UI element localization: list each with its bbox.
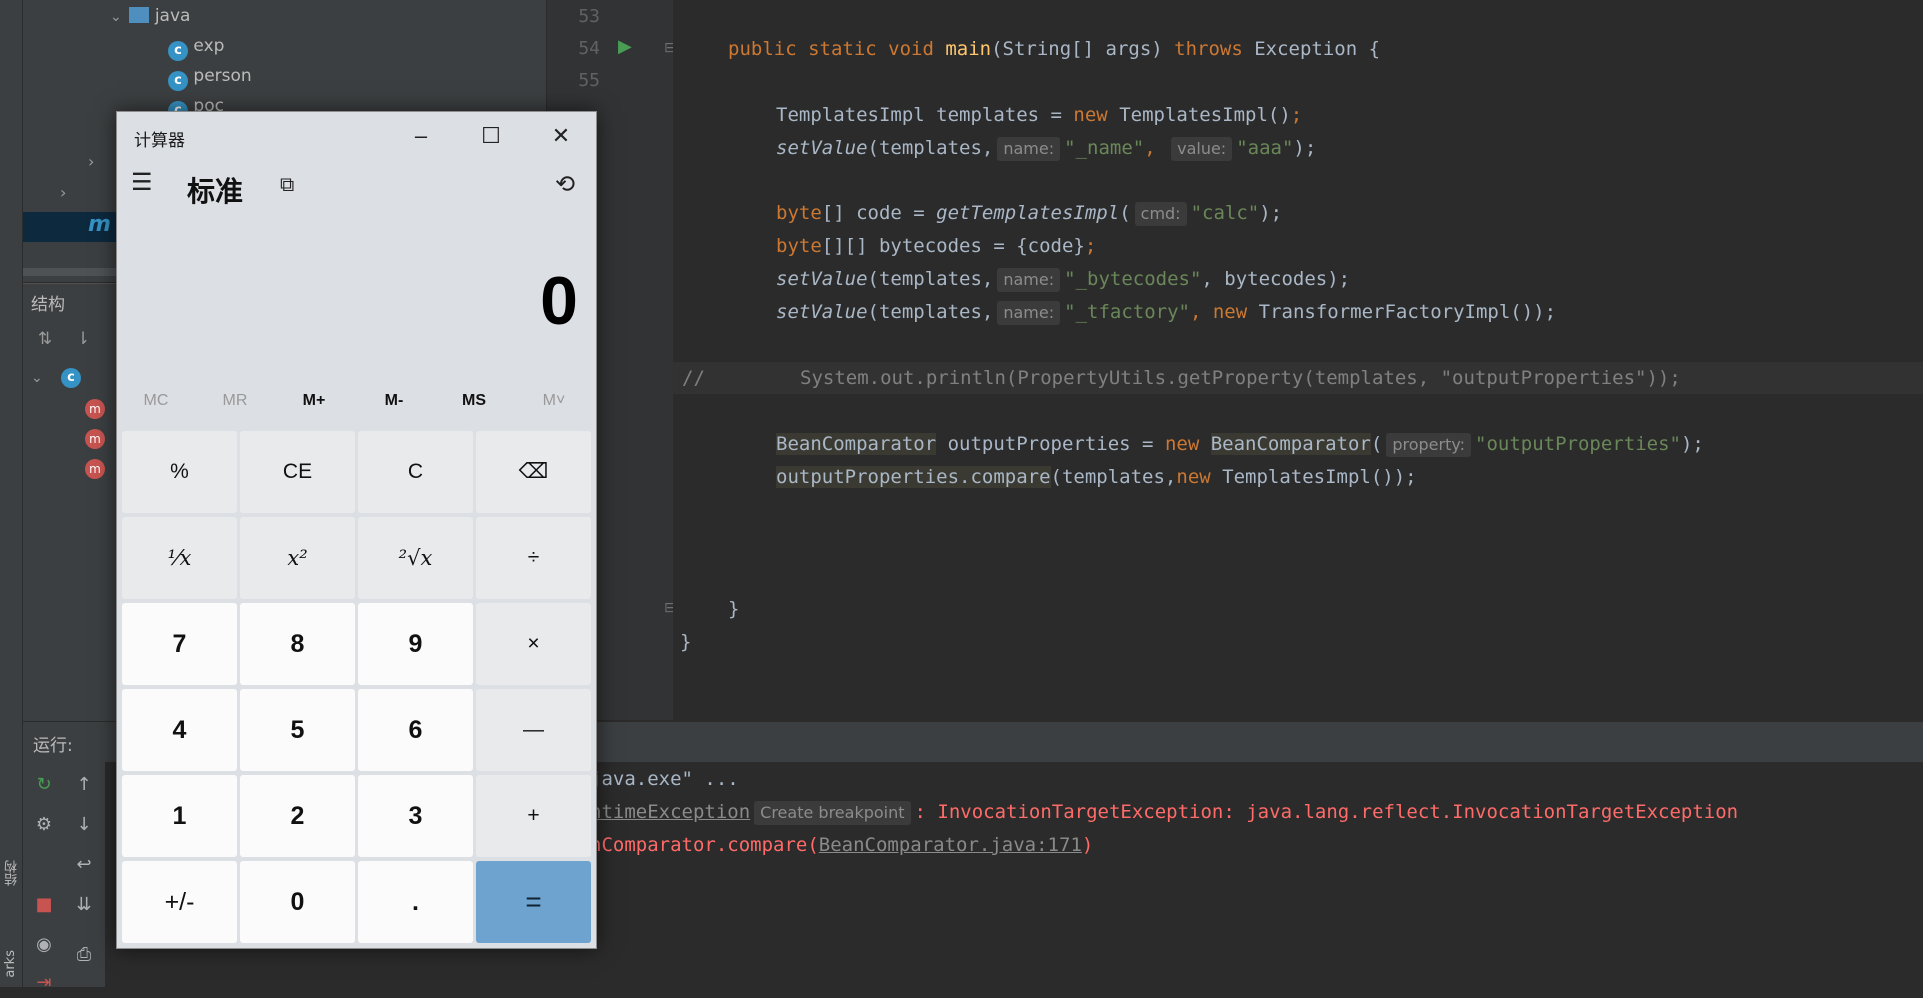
digit-1-button[interactable]: 1 [122, 775, 237, 857]
memory-add-button[interactable]: M+ [275, 392, 353, 410]
exit-icon[interactable]: ⇥ [29, 968, 59, 998]
code-line-setvalue-bytecodes: setValue(templates, name: "_bytecodes", by… [776, 268, 1351, 292]
decimal-button[interactable]: . [358, 861, 473, 943]
chevron-right-icon[interactable]: › [60, 183, 66, 202]
chevron-down-icon: ⌄ [110, 9, 122, 25]
digit-4-button[interactable]: 4 [122, 689, 237, 771]
up-arrow-icon[interactable]: ↑ [69, 770, 99, 800]
down-arrow-icon[interactable]: ↓ [69, 810, 99, 840]
keep-on-top-icon[interactable]: ⧉ [280, 174, 294, 197]
run-gutter-icon[interactable]: ▶ [618, 36, 632, 57]
calculator-display: 0 [540, 263, 578, 339]
maven-icon: m [88, 212, 111, 237]
add-button[interactable]: + [476, 775, 591, 857]
digit-3-button[interactable]: 3 [358, 775, 473, 857]
stop-icon[interactable]: ■ [29, 890, 59, 920]
square-button[interactable]: x² [240, 517, 355, 599]
digit-0-button[interactable]: 0 [240, 861, 355, 943]
print-icon[interactable]: ⎙ [69, 940, 99, 970]
code-line-close-method: } [728, 598, 740, 620]
wrench-icon[interactable]: ⚙ [29, 810, 59, 840]
digit-6-button[interactable]: 6 [358, 689, 473, 771]
backspace-button[interactable]: ⌫ [476, 431, 591, 513]
minimize-icon[interactable]: – [386, 112, 456, 160]
run-toolbar: ↻ ↑ ⚙ ↓ ↩ ■ ⇊ ◉ ⎙ ⇥ [23, 762, 105, 993]
negate-button[interactable]: +/- [122, 861, 237, 943]
structure-side-tab[interactable]: 结构 [3, 860, 22, 886]
code-line-commented: System.out.println(PropertyUtils.getProp… [800, 367, 1681, 389]
line-number: 55 [578, 70, 600, 91]
rerun-icon[interactable]: ↻ [29, 770, 59, 800]
scroll-to-end-icon[interactable]: ⇊ [69, 890, 99, 920]
sort-visibility-icon[interactable]: ⇅ [32, 326, 58, 352]
line-number: 54 [578, 38, 600, 59]
class-icon: c [168, 41, 188, 61]
subtract-button[interactable]: — [476, 689, 591, 771]
history-icon[interactable]: ⟲ [555, 170, 575, 199]
maximize-icon[interactable]: ☐ [456, 112, 526, 160]
memory-subtract-button[interactable]: M- [355, 392, 433, 410]
calculator-mode-title: 标准 [187, 176, 244, 207]
calculator-titlebar[interactable]: 计算器 – ☐ ✕ [117, 112, 596, 160]
code-comment-marker: // [682, 367, 705, 389]
code-line-setvalue-tfactory: setValue(templates, name: "_tfactory", new… [776, 301, 1557, 325]
digit-9-button[interactable]: 9 [358, 603, 473, 685]
left-tool-strip: 结构 arks [0, 0, 23, 987]
run-title: 运行: [33, 736, 73, 756]
code-line-compare: outputProperties.compare(templates,new T… [776, 466, 1417, 488]
folder-icon [129, 7, 150, 23]
class-icon: c [61, 368, 81, 388]
code-line-templates: TemplatesImpl templates = new TemplatesI… [776, 104, 1303, 126]
digit-2-button[interactable]: 2 [240, 775, 355, 857]
divide-button[interactable]: ÷ [476, 517, 591, 599]
chevron-right-icon[interactable]: › [88, 152, 94, 171]
code-line-main: public static void main(String[] args) t… [728, 38, 1381, 60]
calculator-title: 计算器 [134, 131, 185, 150]
digit-8-button[interactable]: 8 [240, 603, 355, 685]
method-icon: m [85, 459, 105, 479]
sort-alpha-icon[interactable]: ⇂ [70, 326, 96, 352]
bookmarks-side-tab[interactable]: arks [3, 950, 18, 978]
memory-recall-button[interactable]: MR [196, 392, 274, 410]
percent-button[interactable]: % [122, 431, 237, 513]
method-icon: m [85, 429, 105, 449]
code-line-close-class: } [680, 631, 692, 653]
clear-entry-button[interactable]: CE [240, 431, 355, 513]
chevron-down-icon[interactable]: ⌄ [31, 370, 43, 386]
camera-icon[interactable]: ◉ [29, 930, 59, 960]
class-icon: c [168, 71, 188, 91]
equals-button[interactable]: = [476, 861, 591, 943]
clear-button[interactable]: C [358, 431, 473, 513]
code-line-code: byte[] code = getTemplatesImpl(cmd: "calc… [776, 202, 1283, 226]
digit-7-button[interactable]: 7 [122, 603, 237, 685]
multiply-button[interactable]: × [476, 603, 591, 685]
code-line-bytecodes: byte[][] bytecodes = {code}; [776, 235, 1097, 257]
structure-title: 结构 [31, 295, 65, 315]
soft-wrap-icon[interactable]: ↩ [69, 850, 99, 880]
memory-store-button[interactable]: MS [435, 392, 513, 410]
console-line-exception: ntimeException Create breakpoint: Invocat… [590, 801, 1739, 825]
stack-trace-link[interactable]: BeanComparator.java:171 [819, 834, 1082, 856]
tree-item-exp[interactable]: c exp [168, 32, 224, 61]
console-line-stack: nComparator.compare(BeanComparator.java:… [590, 834, 1094, 856]
digit-5-button[interactable]: 5 [240, 689, 355, 771]
code-line-beancomparator: BeanComparator outputProperties = new Be… [776, 433, 1704, 457]
memory-clear-button[interactable]: MC [117, 392, 195, 410]
square-root-button[interactable]: ²√x [358, 517, 473, 599]
memory-list-button[interactable]: M˅ [515, 392, 593, 410]
console-line-command: java.exe" ... [590, 768, 739, 790]
tree-item-person[interactable]: c person [168, 62, 252, 91]
close-icon[interactable]: ✕ [526, 112, 596, 160]
hamburger-menu-icon[interactable]: ☰ [131, 168, 153, 197]
tree-item-java[interactable]: ⌄ java [110, 2, 190, 30]
method-icon: m [85, 399, 105, 419]
calculator-window[interactable]: 计算器 – ☐ ✕ ☰ 标准 ⧉ ⟲ 0 MC MR M+ M- MS M˅ %… [116, 111, 597, 949]
reciprocal-button[interactable]: ¹⁄x [122, 517, 237, 599]
code-line-setvalue-name: setValue(templates, name: "_name", value: "… [776, 137, 1317, 161]
line-number: 53 [578, 6, 600, 27]
